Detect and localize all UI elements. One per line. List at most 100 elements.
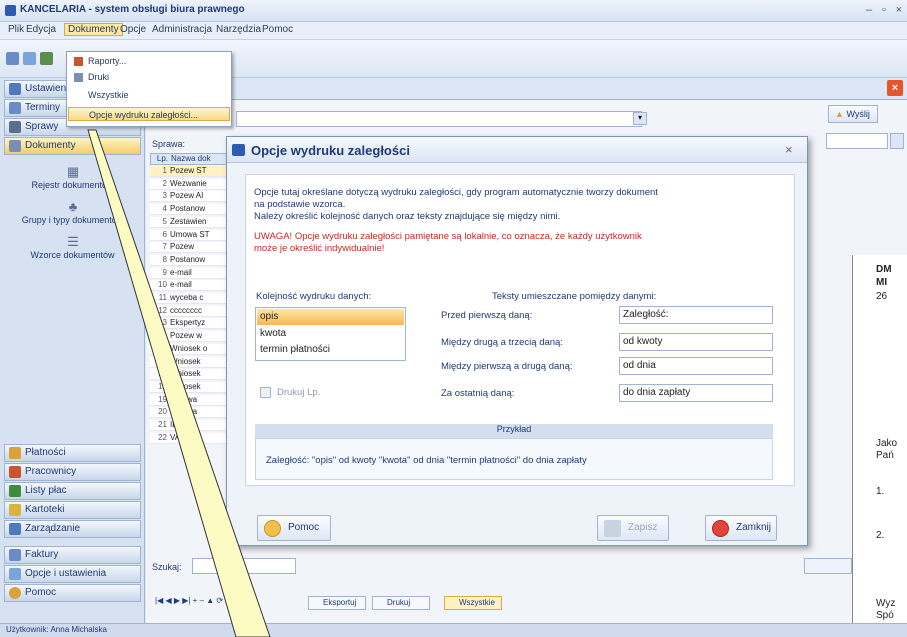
title-bar: KANCELARIA - system obsługi biura prawne… (0, 0, 907, 22)
status-user: Użytkownik: Anna Michalska (6, 625, 107, 634)
row-name: Pozew AI (170, 191, 204, 201)
menu-administracja[interactable]: Administracja (152, 24, 212, 35)
row-number: 17 (158, 369, 167, 379)
filter-dropdown-icon[interactable]: ▾ (633, 112, 647, 125)
table-row[interactable]: 15 Wniosek o (150, 343, 232, 355)
row-number: 11 (158, 293, 167, 302)
all-button[interactable]: Wszystkie (444, 596, 502, 610)
menu-item-wszystkie[interactable]: Wszystkie (68, 88, 230, 102)
doc-line: Spó (876, 610, 894, 621)
menu-narzedzia[interactable]: Narzędzia (216, 24, 261, 35)
print-lp-checkbox[interactable] (260, 387, 271, 398)
search-input[interactable] (192, 558, 296, 574)
row-name: VAT (170, 432, 185, 442)
nav-faktury[interactable]: Faktury (4, 546, 141, 564)
row-number: 1 (162, 166, 167, 175)
right-panel-button[interactable] (804, 558, 852, 574)
doc-line: 26 (876, 291, 888, 302)
before-first-input[interactable]: Zaległość: (619, 306, 773, 324)
table-row[interactable]: 12 cccccccc (150, 305, 232, 317)
table-row[interactable]: 2 Wezwanie (150, 178, 232, 190)
toolbar-icon-3[interactable] (40, 52, 53, 65)
record-navigator[interactable]: |◀ ◀ ▶ ▶| + – ▲ ⟳ (155, 596, 305, 610)
table-row[interactable]: 18 Wniosek (150, 381, 232, 393)
side-dropdown[interactable] (890, 133, 904, 149)
row-number: 12 (158, 305, 167, 315)
nav-opcje-ustawienia[interactable]: Opcje i ustawienia (4, 565, 141, 583)
table-row[interactable]: 5 Zestawien (150, 216, 232, 228)
doc-line: DM (876, 264, 892, 275)
order-item[interactable]: termin płatności (257, 342, 404, 358)
menu-pomoc[interactable]: Pomoc (262, 24, 293, 35)
side-input[interactable] (826, 133, 888, 149)
doc-line: Pań (876, 450, 894, 461)
row-name: cccccccc (170, 305, 202, 315)
after-last-input[interactable]: do dnia zapłaty (619, 384, 773, 402)
window-close-icon[interactable]: × (892, 4, 906, 17)
nav-listy-plac[interactable]: Listy płac (4, 482, 141, 500)
table-row[interactable]: 16 Wniosek (150, 356, 232, 368)
toolbar-icon-2[interactable] (23, 52, 36, 65)
table-row[interactable]: 17 Wniosek (150, 369, 232, 381)
menu-item-opcje-wydruku[interactable]: Opcje wydruku zaległości... (68, 107, 230, 121)
maximize-icon[interactable]: ▫ (877, 4, 891, 17)
menu-edycja[interactable]: Edycja (26, 24, 56, 35)
order-item[interactable]: opis (257, 309, 404, 325)
nav-pracownicy[interactable]: Pracownicy (4, 463, 141, 481)
menu-item-druki[interactable]: Druki (68, 70, 230, 84)
order-item[interactable]: kwota (257, 326, 404, 342)
menu-opcje[interactable]: Opcje (120, 24, 146, 35)
send-button[interactable]: ▲ Wyślij (828, 105, 878, 123)
menu-dokumenty[interactable]: Dokumenty (64, 23, 123, 36)
between-second-third-input[interactable]: od kwoty (619, 333, 773, 351)
records-icon (9, 504, 21, 516)
export-button[interactable]: Eksportuj (308, 596, 366, 610)
nav-pomoc[interactable]: Pomoc (4, 584, 141, 602)
nav-grupy-typy[interactable]: Grupy i typy dokumentów (0, 215, 145, 225)
doc-line: MI (876, 277, 888, 288)
table-row[interactable]: 9 e-mail (150, 267, 232, 279)
print-button[interactable]: Drukuj (372, 596, 430, 610)
row-number: 2 (162, 178, 167, 188)
toolbar-icon-1[interactable] (6, 52, 19, 65)
table-row[interactable]: 3 Pozew AI (150, 191, 232, 203)
documents-icon (9, 140, 21, 152)
field-label: Za ostatnią daną: (441, 388, 515, 399)
nav-zarzadzanie[interactable]: Zarządzanie (4, 520, 141, 538)
order-list[interactable]: opis kwota termin płatności (255, 307, 406, 361)
table-row[interactable]: 13 Ekspertyz (150, 318, 232, 330)
table-row[interactable]: 22 VAT (150, 432, 232, 444)
close-button[interactable]: Zamknij (705, 515, 777, 541)
table-row[interactable]: 10 e-mail (150, 280, 232, 292)
filter-input[interactable] (236, 111, 642, 127)
row-name: Wniosek (170, 369, 201, 379)
table-row[interactable]: 21 Ibrelis (150, 420, 232, 431)
example-text: Zaległość: "opis" od kwoty "kwota" od dn… (266, 455, 587, 466)
table-row[interactable]: 20 Umowa (150, 407, 232, 419)
minimize-icon[interactable]: – (862, 4, 876, 17)
help-button[interactable]: Pomoc (257, 515, 331, 541)
table-row[interactable]: 6 Umowa ST (150, 229, 232, 241)
table-row[interactable]: 1 Pozew ST (150, 166, 232, 177)
menu-item-raporty[interactable]: Raporty... (68, 54, 230, 68)
row-name: Postanow (170, 204, 206, 214)
save-button[interactable]: Zapisz (597, 515, 669, 541)
table-row[interactable]: 4 Postanow (150, 204, 232, 216)
nav-dokumenty[interactable]: Dokumenty (4, 137, 141, 155)
table-row[interactable]: 7 Pozew (150, 242, 232, 254)
nav-wzorce[interactable]: Wzorce dokumentów (0, 250, 145, 260)
nav-rejestr-dokumentow[interactable]: Rejestr dokumentów (0, 180, 145, 190)
table-row[interactable]: 11 wyceba c (150, 293, 232, 304)
row-name: wyceba c (170, 293, 204, 302)
nav-platnosci[interactable]: Płatności (4, 444, 141, 462)
nav-kartoteki[interactable]: Kartoteki (4, 501, 141, 519)
between-first-second-input[interactable]: od dnia (619, 357, 773, 375)
table-row[interactable]: 8 Postanow (150, 254, 232, 266)
close-panel-icon[interactable]: × (887, 80, 903, 96)
table-row[interactable]: 19 Umowa (150, 394, 232, 406)
menu-plik[interactable]: Plik (8, 24, 24, 35)
row-number: 19 (158, 394, 167, 404)
dialog-close-icon[interactable]: × (785, 142, 793, 157)
app-title: KANCELARIA - system obsługi biura prawne… (20, 4, 245, 15)
table-row[interactable]: 14 Pozew w (150, 331, 232, 343)
